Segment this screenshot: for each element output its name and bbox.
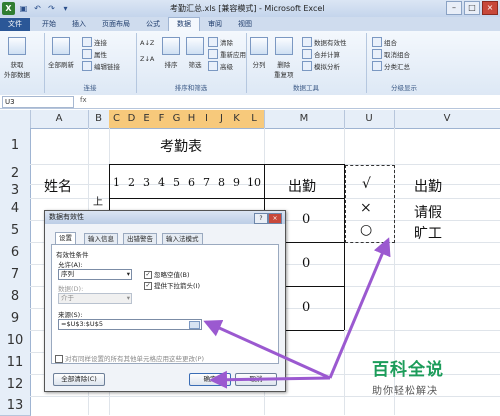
arrow-to-source-icon (203, 319, 331, 380)
watermark-title: 百科全说 (372, 360, 444, 380)
annotation-arrows (203, 237, 391, 389)
watermark-subtitle: 助你轻松解决 (372, 386, 438, 397)
arrow-to-ok-icon (209, 370, 331, 389)
watermark: 百科全说 助你轻松解决 (372, 355, 444, 397)
